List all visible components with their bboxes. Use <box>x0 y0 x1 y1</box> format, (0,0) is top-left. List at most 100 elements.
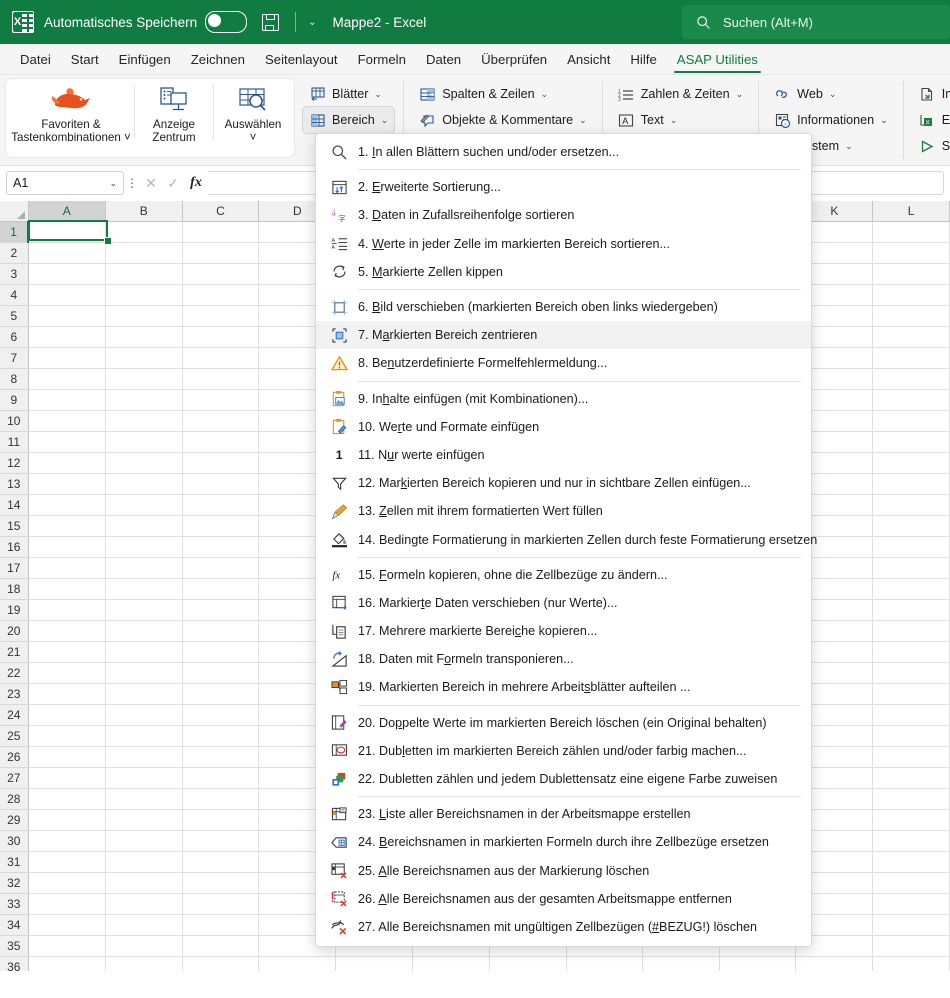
cell-B24[interactable] <box>105 704 183 726</box>
row-header-30[interactable]: 30 <box>0 830 29 852</box>
cell-B33[interactable] <box>105 893 183 915</box>
cell-A36[interactable] <box>28 956 106 971</box>
cell-L6[interactable] <box>872 326 950 348</box>
cell-L14[interactable] <box>872 494 950 516</box>
row-header-21[interactable]: 21 <box>0 641 29 663</box>
row-header-1[interactable]: 1 <box>0 221 30 243</box>
menu-item-12[interactable]: 12. Markierten Bereich kopieren und nur … <box>316 469 811 497</box>
cell-B5[interactable] <box>105 305 183 327</box>
menu-item-20[interactable]: 20. Doppelte Werte im markierten Bereich… <box>316 709 811 737</box>
display-center-button[interactable]: Anzeige Zentrum <box>135 79 213 157</box>
cell-B16[interactable] <box>105 536 183 558</box>
export-button[interactable]: X Export ⌄ <box>913 107 950 133</box>
cell-B1[interactable] <box>105 221 183 243</box>
cell-C1[interactable] <box>182 221 260 243</box>
cell-L36[interactable] <box>872 956 950 971</box>
cell-C5[interactable] <box>182 305 260 327</box>
cell-C35[interactable] <box>182 935 260 957</box>
row-header-7[interactable]: 7 <box>0 347 29 369</box>
tab-asap-utilities[interactable]: ASAP Utilities <box>667 46 768 74</box>
cell-C11[interactable] <box>182 431 260 453</box>
row-header-8[interactable]: 8 <box>0 368 29 390</box>
menu-item-2[interactable]: 2. Erweiterte Sortierung... <box>316 173 811 201</box>
cell-C32[interactable] <box>182 872 260 894</box>
menu-item-10[interactable]: 10. Werte und Formate einfügen <box>316 413 811 441</box>
cell-L16[interactable] <box>872 536 950 558</box>
column-header-A[interactable]: A <box>28 201 106 222</box>
fill-handle[interactable] <box>104 237 112 245</box>
cell-B31[interactable] <box>105 851 183 873</box>
cell-A9[interactable] <box>28 389 106 411</box>
cell-B21[interactable] <box>105 641 183 663</box>
menu-item-15[interactable]: fx 15. Formeln kopieren, ohne die Zellbez… <box>316 561 811 589</box>
cell-L7[interactable] <box>872 347 950 369</box>
cell-A7[interactable] <box>28 347 106 369</box>
cell-C22[interactable] <box>182 662 260 684</box>
cell-L30[interactable] <box>872 830 950 852</box>
cancel-x-icon[interactable]: ✕ <box>140 175 162 192</box>
cell-B29[interactable] <box>105 809 183 831</box>
cell-F36[interactable] <box>412 956 490 971</box>
cell-B35[interactable] <box>105 935 183 957</box>
cell-C16[interactable] <box>182 536 260 558</box>
cell-B6[interactable] <box>105 326 183 348</box>
cell-C10[interactable] <box>182 410 260 432</box>
cell-A5[interactable] <box>28 305 106 327</box>
cell-C36[interactable] <box>182 956 260 971</box>
cell-B32[interactable] <box>105 872 183 894</box>
cell-A22[interactable] <box>28 662 106 684</box>
bereich-button[interactable]: Bereich ⌄ <box>303 107 395 133</box>
blaetter-button[interactable]: Blätter ⌄ <box>303 81 394 107</box>
cell-K36[interactable] <box>795 956 874 971</box>
search-box[interactable]: Suchen (Alt+M) <box>682 5 950 39</box>
tab-zeichnen[interactable]: Zeichnen <box>181 46 255 74</box>
menu-item-1[interactable]: 1. In allen Blättern suchen und/oder ers… <box>316 138 811 166</box>
cell-I36[interactable] <box>642 956 720 971</box>
cell-A17[interactable] <box>28 557 106 579</box>
menu-item-23[interactable]: 23. Liste aller Bereichsnamen in der Arb… <box>316 800 811 828</box>
cell-A33[interactable] <box>28 893 106 915</box>
tab-daten[interactable]: Daten <box>416 46 471 74</box>
cell-B34[interactable] <box>105 914 183 936</box>
cell-L25[interactable] <box>872 725 950 747</box>
menu-item-5[interactable]: 5. Markierte Zellen kippen <box>316 258 811 286</box>
menu-item-24[interactable]: 24. Bereichsnamen in markierten Formeln … <box>316 828 811 856</box>
cell-L31[interactable] <box>872 851 950 873</box>
cell-A25[interactable] <box>28 725 106 747</box>
row-header-31[interactable]: 31 <box>0 851 29 873</box>
cell-C21[interactable] <box>182 641 260 663</box>
row-header-34[interactable]: 34 <box>0 914 29 936</box>
cell-B25[interactable] <box>105 725 183 747</box>
cell-A21[interactable] <box>28 641 106 663</box>
menu-item-6[interactable]: 6. Bild verschieben (markierten Bereich … <box>316 293 811 321</box>
row-header-14[interactable]: 14 <box>0 494 29 516</box>
cell-C13[interactable] <box>182 473 260 495</box>
cell-B4[interactable] <box>105 284 183 306</box>
cell-C33[interactable] <box>182 893 260 915</box>
cell-C20[interactable] <box>182 620 260 642</box>
cell-L22[interactable] <box>872 662 950 684</box>
cell-A31[interactable] <box>28 851 106 873</box>
cell-L24[interactable] <box>872 704 950 726</box>
cell-C9[interactable] <box>182 389 260 411</box>
cell-L21[interactable] <box>872 641 950 663</box>
insert-function-icon[interactable]: fx <box>184 175 208 191</box>
cell-C24[interactable] <box>182 704 260 726</box>
cell-C17[interactable] <box>182 557 260 579</box>
cell-B20[interactable] <box>105 620 183 642</box>
cell-B28[interactable] <box>105 788 183 810</box>
row-header-28[interactable]: 28 <box>0 788 29 810</box>
cell-L11[interactable] <box>872 431 950 453</box>
cell-L9[interactable] <box>872 389 950 411</box>
menu-item-21[interactable]: 21. Dubletten im markierten Bereich zähl… <box>316 737 811 765</box>
quick-access-chevron-down-icon[interactable]: ⌄ <box>308 17 316 28</box>
menu-item-25[interactable]: 25. Alle Bereichsnamen aus der Markierun… <box>316 857 811 885</box>
cell-A32[interactable] <box>28 872 106 894</box>
row-header-18[interactable]: 18 <box>0 578 29 600</box>
cell-L15[interactable] <box>872 515 950 537</box>
cell-L33[interactable] <box>872 893 950 915</box>
menu-item-4[interactable]: A A 4. Werte in jeder Zelle im markierten … <box>316 230 811 258</box>
cell-L32[interactable] <box>872 872 950 894</box>
cell-C6[interactable] <box>182 326 260 348</box>
cell-C19[interactable] <box>182 599 260 621</box>
